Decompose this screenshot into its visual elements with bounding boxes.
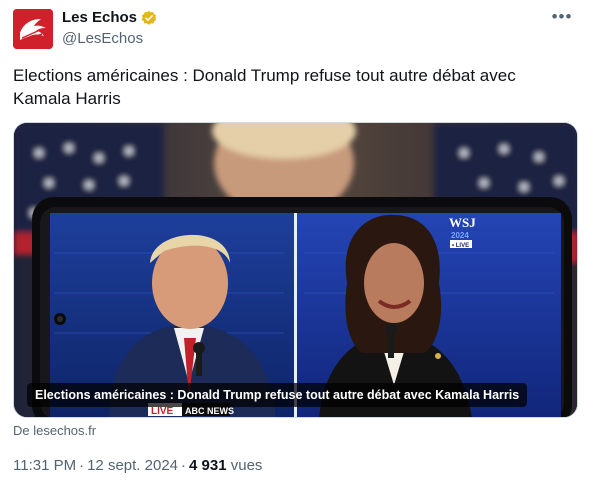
views-label: vues — [230, 457, 263, 474]
views-count[interactable]: 4 931 — [189, 457, 227, 474]
wsj-badge: WSJ — [449, 215, 476, 230]
tweet-date[interactable]: 12 sept. 2024 — [87, 457, 178, 474]
wsj-badge-year: 2024 — [451, 231, 469, 240]
meta-separator: · — [79, 457, 85, 474]
media-caption: Elections américaines : Donald Trump ref… — [27, 383, 528, 407]
author-name[interactable]: Les Echos — [62, 9, 157, 27]
meta-separator: · — [181, 457, 187, 474]
link-source[interactable]: De lesechos.fr — [13, 423, 96, 439]
author-name-text[interactable]: Les Echos — [62, 9, 137, 27]
tweet-text: Elections américaines : Donald Trump ref… — [13, 66, 516, 108]
tweet-media[interactable]: WSJ 2024 • LIVE LIVE ABC NEWS Elections … — [13, 122, 578, 418]
les-echos-logo-icon — [13, 9, 53, 49]
wsj-badge-live: • LIVE — [452, 243, 469, 249]
more-horizontal-icon[interactable]: ••• — [549, 8, 575, 28]
tweet-card[interactable]: Les Echos @LesEchos ••• Elections améric… — [0, 0, 589, 486]
tweet-meta: 11:31 PM · 12 sept. 2024 · 4 931 vues — [13, 457, 262, 475]
media-photo: WSJ 2024 • LIVE LIVE ABC NEWS — [14, 123, 577, 417]
author-handle[interactable]: @LesEchos — [62, 30, 143, 48]
media-live-tag: LIVE — [151, 406, 174, 417]
avatar[interactable] — [13, 9, 53, 49]
tweet-time[interactable]: 11:31 PM — [13, 457, 76, 474]
media-network-tag: ABC NEWS — [185, 406, 234, 416]
verified-badge-icon — [141, 10, 157, 25]
